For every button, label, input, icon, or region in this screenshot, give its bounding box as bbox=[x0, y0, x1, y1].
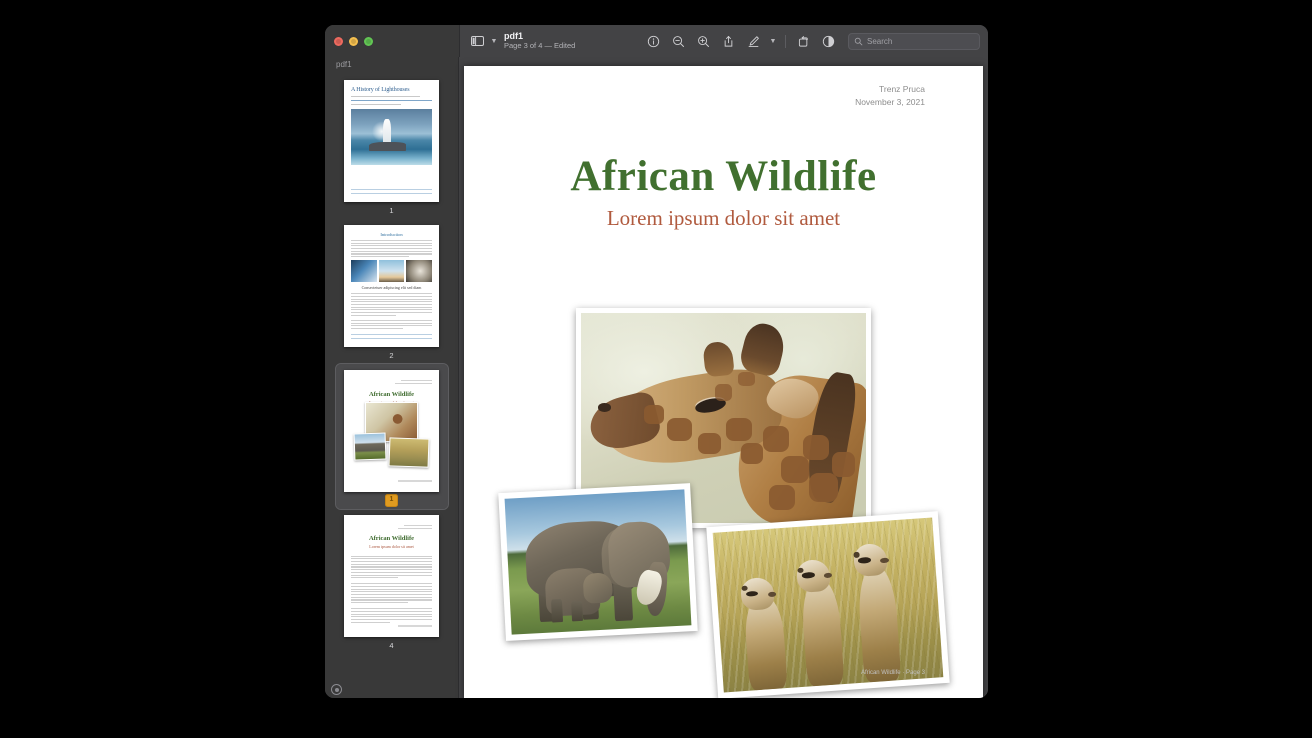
thumb3-footer bbox=[351, 478, 432, 484]
thumb4-title: African Wildlife bbox=[368, 535, 415, 543]
highlight-button[interactable] bbox=[817, 31, 839, 51]
thumbnail-number-3: 1 bbox=[384, 494, 399, 507]
share-button[interactable] bbox=[717, 31, 739, 51]
window-title: pdf1 bbox=[504, 31, 523, 42]
search-placeholder: Search bbox=[867, 36, 893, 46]
markup-button[interactable] bbox=[742, 31, 764, 51]
thumbnail-page-1[interactable]: A History of Lighthouses bbox=[344, 80, 439, 202]
thumb2-image-1 bbox=[351, 260, 377, 283]
zoom-button[interactable] bbox=[364, 36, 373, 46]
thumb3-elephant-image bbox=[353, 432, 388, 461]
titlebar-left bbox=[325, 25, 459, 57]
thumbnail-page-3[interactable]: African Wildlife Lorem ipsum dolor sit a… bbox=[344, 370, 439, 492]
thumb2-footer bbox=[351, 331, 432, 341]
thumbnail-list[interactable]: A History of Lighthouses 1 Introduction … bbox=[325, 74, 458, 681]
markup-options-button[interactable]: ▼ bbox=[767, 38, 779, 45]
zoom-out-button[interactable] bbox=[667, 31, 689, 51]
sidebar-chevron-icon[interactable]: ▼ bbox=[488, 38, 500, 45]
thumbnail-badge-3: 1 bbox=[384, 494, 399, 507]
thumbnail-item-1[interactable]: A History of Lighthouses 1 bbox=[336, 74, 448, 219]
preview-window: ▼ pdf1 Page 3 of 4 — Edited ▼ Search pdf… bbox=[325, 25, 988, 698]
toolbar-divider bbox=[785, 34, 786, 48]
thumb3-meerkat-image bbox=[388, 437, 430, 469]
thumb3-title: African Wildlife bbox=[368, 391, 415, 399]
thumbnail-sidebar: pdf1 A History of Lighthouses 1 Introduc… bbox=[325, 57, 459, 698]
search-icon bbox=[854, 37, 863, 45]
thumb2-image-row bbox=[351, 260, 433, 283]
rotate-button[interactable] bbox=[792, 31, 814, 51]
thumbnail-number-2: 2 bbox=[389, 351, 394, 360]
thumbnail-item-3[interactable]: African Wildlife Lorem ipsum dolor sit a… bbox=[334, 363, 449, 510]
thumb1-subtitle-line bbox=[351, 95, 420, 97]
elephant-photo bbox=[498, 483, 698, 641]
document-page-footer: African Wildlife · Page 3 bbox=[860, 670, 925, 676]
thumb2-heading: Consectetuer adipiscing elit sed diam bbox=[361, 285, 422, 291]
settings-circle-icon[interactable] bbox=[331, 684, 342, 695]
zoom-in-button[interactable] bbox=[692, 31, 714, 51]
document-title: African Wildlife bbox=[570, 153, 877, 200]
info-button[interactable] bbox=[642, 31, 664, 51]
window-body: pdf1 A History of Lighthouses 1 Introduc… bbox=[325, 57, 988, 698]
thumbnail-page-4[interactable]: African Wildlife Lorem ipsum dolor sit a… bbox=[344, 515, 439, 637]
thumb4-subtitle: Lorem ipsum dolor sit amet bbox=[369, 543, 414, 549]
thumb3-meta bbox=[351, 379, 432, 385]
thumbnail-page-2[interactable]: Introduction Consectetuer adipiscing eli… bbox=[344, 225, 439, 347]
document-subtitle: Lorem ipsum dolor sit amet bbox=[606, 206, 841, 230]
thumb1-lighthouse-image bbox=[351, 109, 432, 166]
document-author: Trenz Pruca bbox=[879, 84, 925, 94]
thumb1-meta-line bbox=[351, 103, 402, 106]
window-subtitle: Page 3 of 4 — Edited bbox=[504, 41, 576, 51]
close-button[interactable] bbox=[334, 36, 343, 46]
sidebar-footer bbox=[325, 681, 458, 698]
titlebar-toolbar: ▼ pdf1 Page 3 of 4 — Edited ▼ Search bbox=[459, 25, 988, 57]
document-page: Trenz Pruca November 3, 2021 African Wil… bbox=[464, 66, 983, 698]
thumb4-footer bbox=[351, 623, 432, 629]
sidebar-toggle-button[interactable] bbox=[466, 31, 488, 51]
search-input[interactable]: Search bbox=[848, 32, 980, 50]
lighthouse-rock-shape bbox=[368, 141, 407, 151]
thumb2-image-2 bbox=[378, 260, 405, 283]
document-meta: pdf1 Page 3 of 4 — Edited bbox=[504, 31, 575, 50]
document-date: November 3, 2021 bbox=[855, 97, 925, 108]
window-titlebar: ▼ pdf1 Page 3 of 4 — Edited ▼ Search bbox=[325, 25, 988, 57]
thumbnail-number-1: 1 bbox=[389, 206, 394, 215]
lighthouse-tower-shape bbox=[383, 119, 391, 144]
thumb4-meta bbox=[351, 524, 432, 530]
toolbar-tools: ▼ Search bbox=[642, 31, 980, 51]
thumbnail-number-4: 4 bbox=[389, 641, 394, 650]
thumbnail-item-2[interactable]: Introduction Consectetuer adipiscing eli… bbox=[336, 219, 448, 364]
thumb2-title: Introduction bbox=[380, 232, 403, 237]
thumbnail-item-4[interactable]: African Wildlife Lorem ipsum dolor sit a… bbox=[336, 509, 448, 654]
document-header-meta: Trenz Pruca November 3, 2021 bbox=[855, 83, 925, 109]
thumb1-rule bbox=[351, 99, 432, 101]
sidebar-document-label: pdf1 bbox=[336, 60, 352, 69]
thumb2-image-3 bbox=[406, 260, 433, 283]
document-view[interactable]: Trenz Pruca November 3, 2021 African Wil… bbox=[459, 57, 988, 698]
thumb1-title: A History of Lighthouses bbox=[351, 87, 410, 93]
thumb1-footer bbox=[351, 186, 432, 196]
minimize-button[interactable] bbox=[349, 36, 358, 46]
